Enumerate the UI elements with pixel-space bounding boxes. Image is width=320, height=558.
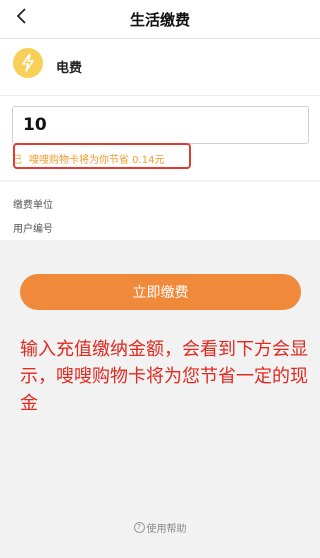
nav-bar: 生活缴费 bbox=[0, 0, 320, 39]
amount-input[interactable]: 10 bbox=[12, 106, 309, 144]
annotation-text: 输入充值缴纳金额，会看到下方会显示，嗖嗖购物卡将为您节省一定的现金 bbox=[20, 339, 308, 414]
lightning-bolt-icon bbox=[13, 48, 43, 78]
help-circle-icon: ? bbox=[133, 522, 145, 533]
bill-type-name: 电费 bbox=[56, 61, 83, 76]
page-title: 生活缴费 bbox=[129, 11, 190, 29]
bill-type-row: 电费 bbox=[0, 39, 320, 96]
payment-unit-label: 缴费单位 bbox=[13, 200, 53, 211]
help-label: 使用帮助 bbox=[146, 524, 187, 535]
help-link[interactable]: ? 使用帮助 bbox=[0, 520, 320, 535]
pay-now-button[interactable]: 立即缴费 bbox=[20, 274, 301, 310]
highlight-box bbox=[13, 143, 191, 169]
amount-value: 10 bbox=[23, 115, 47, 135]
account-number-label: 用户编号 bbox=[13, 224, 53, 235]
info-section: 缴费单位 用户编号 bbox=[0, 182, 320, 240]
